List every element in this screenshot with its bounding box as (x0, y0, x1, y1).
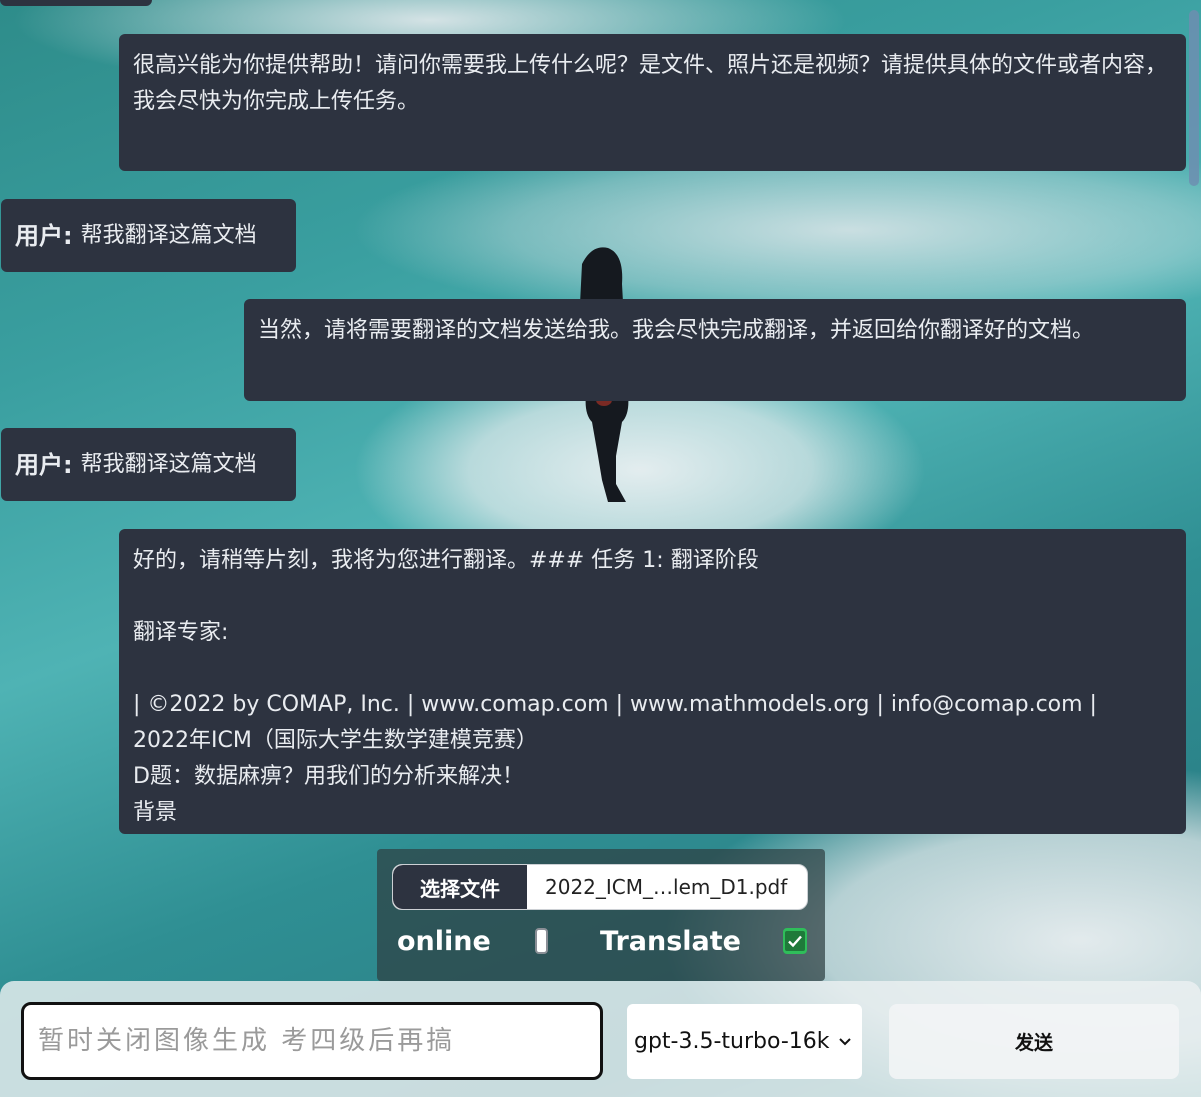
file-picker[interactable]: 选择文件 2022_ICM_…lem_D1.pdf (392, 864, 808, 910)
send-button[interactable]: 发送 (889, 1004, 1179, 1079)
user-label: 用户: (15, 450, 73, 479)
translate-checkbox[interactable] (783, 928, 807, 954)
assistant-message-text: 当然，请将需要翻译的文档发送给我。我会尽快完成翻译，并返回给你翻译好的文档。 (258, 318, 1095, 343)
user-message: 用户: 帮我翻译这篇文档 (1, 199, 296, 272)
assistant-message: 很高兴能为你提供帮助！请问你需要我上传什么呢？是文件、照片还是视频？请提供具体的… (119, 34, 1186, 171)
assistant-message-text: 好的，请稍等片刻，我将为您进行翻译。### 任务 1: 翻译阶段 翻译专家: |… (133, 548, 1097, 825)
assistant-message: 当然，请将需要翻译的文档发送给我。我会尽快完成翻译，并返回给你翻译好的文档。 (244, 299, 1186, 401)
model-select-value: gpt-3.5-turbo-16k (634, 1029, 830, 1054)
selected-file-name: 2022_ICM_…lem_D1.pdf (545, 875, 788, 899)
chevron-down-icon (839, 1037, 851, 1045)
translate-label: Translate (600, 925, 741, 957)
choose-file-button[interactable]: 选择文件 (393, 865, 527, 909)
online-checkbox[interactable] (534, 928, 549, 954)
user-message-text: 帮我翻译这篇文档 (80, 451, 257, 477)
prompt-input[interactable] (21, 1002, 603, 1080)
user-message-text: 帮我翻译这篇文档 (80, 222, 257, 248)
assistant-message: 好的，请稍等片刻，我将为您进行翻译。### 任务 1: 翻译阶段 翻译专家: |… (119, 529, 1186, 834)
checkmark-icon (785, 931, 805, 951)
assistant-message-text: 很高兴能为你提供帮助！请问你需要我上传什么呢？是文件、照片还是视频？请提供具体的… (133, 53, 1168, 114)
online-label: online (397, 925, 491, 957)
options-row: online Translate (397, 921, 807, 961)
scrollbar-thumb[interactable] (1189, 10, 1199, 186)
composer-bar: gpt-3.5-turbo-16k 发送 (0, 981, 1201, 1097)
previous-message-edge (0, 0, 152, 6)
user-label: 用户: (15, 221, 73, 250)
upload-options-panel: 选择文件 2022_ICM_…lem_D1.pdf online Transla… (377, 849, 825, 981)
scrollbar[interactable] (1187, 0, 1201, 200)
model-select[interactable]: gpt-3.5-turbo-16k (627, 1004, 862, 1079)
user-message: 用户: 帮我翻译这篇文档 (1, 428, 296, 501)
